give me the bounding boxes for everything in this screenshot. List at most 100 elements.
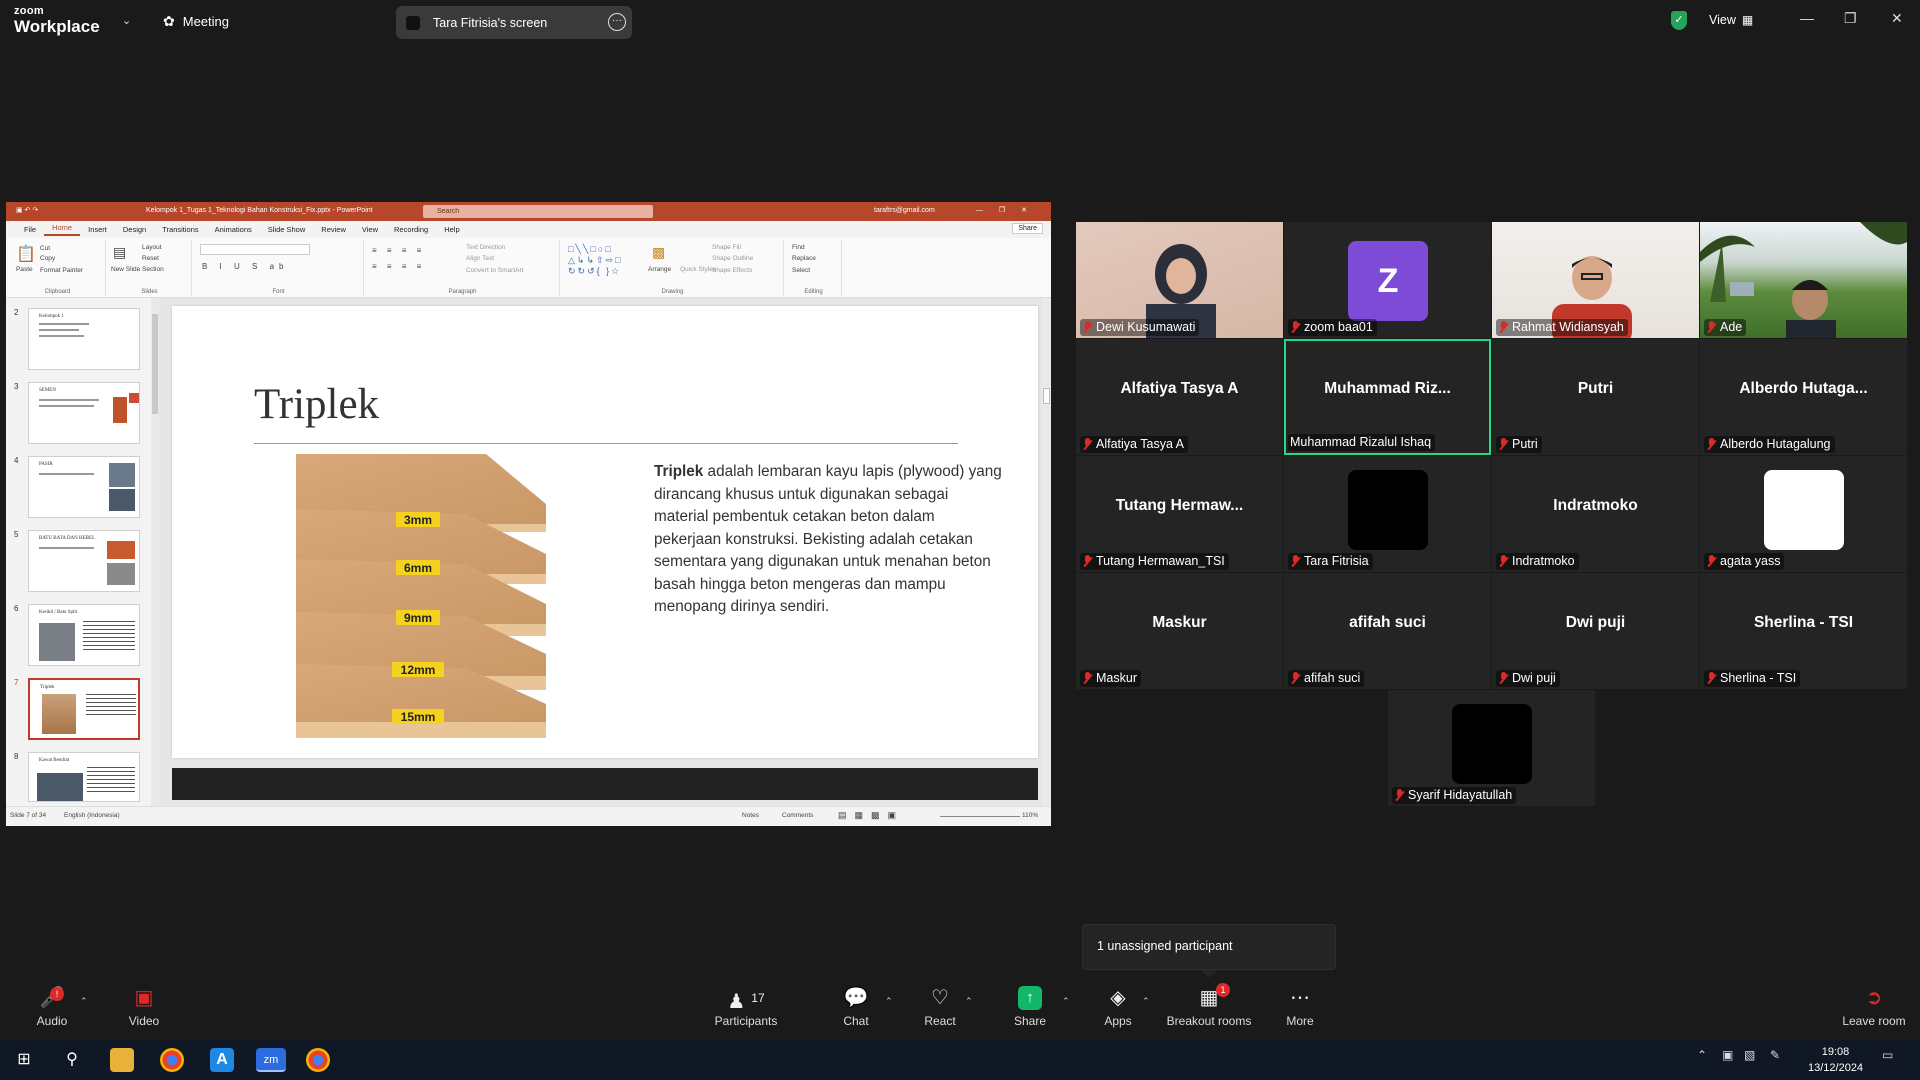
chrome-profile-icon[interactable] [306, 1048, 330, 1072]
participant-tile[interactable]: agata yass [1700, 456, 1907, 572]
quick-styles-button[interactable]: Quick Styles [680, 266, 716, 273]
slide-thumbnail[interactable]: Kawat Bendrat [28, 752, 140, 802]
system-clock[interactable]: 19:08 13/12/2024 [1808, 1044, 1863, 1076]
slide-thumbnail[interactable]: Kelompok 1 [28, 308, 140, 370]
close-icon[interactable]: ✕ [1891, 10, 1903, 27]
find-button[interactable]: Find [792, 244, 805, 251]
video-button[interactable]: ▣ Video [114, 986, 174, 1028]
react-options-caret[interactable]: ⌃ [965, 996, 973, 1007]
participant-tile[interactable]: Indratmoko Indratmoko [1492, 456, 1699, 572]
align-buttons[interactable]: ≡ ≡ ≡ ≡ [372, 262, 425, 271]
thumbnail-scrollbar[interactable] [151, 298, 159, 806]
new-slide-icon[interactable]: ▤ [113, 244, 126, 261]
tab-home[interactable]: Home [44, 223, 81, 236]
notes-pane[interactable] [172, 768, 1038, 800]
font-name-box[interactable] [200, 244, 310, 255]
list-buttons[interactable]: ≡ ≡ ≡ ≡ [372, 246, 425, 255]
slide-scrollbar[interactable] [1042, 298, 1051, 806]
tab-design[interactable]: Design [115, 225, 154, 234]
select-button[interactable]: Select [792, 267, 810, 274]
participant-tile[interactable]: Sherlina - TSI Sherlina - TSI [1700, 573, 1907, 689]
view-menu[interactable]: View ▦ [1709, 13, 1753, 27]
view-mode-icons[interactable]: ▤▦▩▣ [838, 810, 904, 821]
layout-button[interactable]: Layout [142, 244, 162, 251]
share-screen-button[interactable]: ↑ Share [1006, 986, 1054, 1028]
breakout-rooms-button[interactable]: ▦ Breakout rooms [1162, 986, 1256, 1028]
participant-tile[interactable]: Ade [1700, 222, 1907, 338]
notifications-icon[interactable]: ▭ [1882, 1048, 1893, 1062]
share-options-caret[interactable]: ⌃ [1062, 996, 1070, 1007]
tab-recording[interactable]: Recording [386, 225, 436, 234]
shared-screen-powerpoint[interactable]: ▣ ↶ ↷ Kelompok 1_Tugas 1_Teknologi Bahan… [6, 202, 1051, 826]
participant-tile-active-speaker[interactable]: Muhammad Riz... Muhammad Rizalul Ishaq [1284, 339, 1491, 455]
notes-button[interactable]: Notes [742, 812, 759, 819]
tab-review[interactable]: Review [313, 225, 354, 234]
slide-body-text[interactable]: Triplek adalah lembaran kayu lapis (plyw… [654, 461, 1004, 619]
chrome-icon[interactable] [160, 1048, 184, 1072]
pen-icon[interactable]: ✎ [1770, 1048, 1780, 1062]
arrange-button[interactable]: Arrange [648, 266, 671, 273]
reset-button[interactable]: Reset [142, 255, 159, 262]
new-slide-button[interactable]: New Slide [111, 266, 140, 273]
tab-transitions[interactable]: Transitions [154, 225, 206, 234]
encryption-shield-icon[interactable]: ✓ [1671, 11, 1687, 30]
text-direction-button[interactable]: Text Direction [466, 244, 505, 251]
scrollbar-thumb[interactable] [1043, 388, 1050, 404]
font-style-buttons[interactable]: B I U S ab [202, 262, 288, 271]
zoom-slider[interactable] [940, 816, 1020, 817]
participant-tile[interactable]: Alberdo Hutaga... Alberdo Hutagalung [1700, 339, 1907, 455]
tab-view[interactable]: View [354, 225, 386, 234]
audio-options-caret[interactable]: ⌃ [80, 996, 88, 1007]
zoom-workplace-logo[interactable]: zoom Workplace [14, 6, 100, 36]
slide-title[interactable]: Triplek [254, 380, 379, 429]
participant-tile[interactable]: Syarif Hidayatullah [1388, 690, 1595, 806]
app-icon[interactable]: A [210, 1048, 234, 1072]
participant-tile[interactable]: Z zoom baa01 [1284, 222, 1491, 338]
participants-button[interactable]: ♟ 17 Participants [710, 986, 782, 1028]
slide-thumbnail[interactable]: PASIR [28, 456, 140, 518]
tab-slide-show[interactable]: Slide Show [260, 225, 314, 234]
zoom-level[interactable]: 110% [1022, 812, 1038, 819]
participant-tile[interactable]: Putri Putri [1492, 339, 1699, 455]
minimize-icon[interactable]: — [1800, 10, 1814, 26]
ppt-share-button[interactable]: Share [1012, 223, 1043, 234]
network-icon[interactable]: ▧ [1744, 1048, 1755, 1062]
search-icon[interactable]: ⚲ [60, 1048, 84, 1072]
replace-button[interactable]: Replace [792, 255, 816, 262]
ppt-search-box[interactable]: Search [423, 205, 653, 218]
format-painter-button[interactable]: Format Painter [40, 267, 83, 274]
file-explorer-icon[interactable] [110, 1048, 134, 1072]
restore-icon[interactable]: ❐ [1844, 10, 1857, 27]
participant-tile[interactable]: Dewi Kusumawati [1076, 222, 1283, 338]
meeting-menu[interactable]: ✿ Meeting [163, 13, 229, 30]
copy-button[interactable]: Copy [40, 255, 55, 262]
chat-options-caret[interactable]: ⌃ [885, 996, 893, 1007]
tray-app-icon[interactable]: ▣ [1722, 1048, 1733, 1062]
tab-help[interactable]: Help [436, 225, 467, 234]
slide-thumbnail-pane[interactable]: 2 Kelompok 1 3 SEMEN 4 PASIR 5 BATU BATA… [6, 298, 156, 806]
paste-button[interactable]: Paste [16, 266, 33, 273]
apps-options-caret[interactable]: ⌃ [1142, 996, 1150, 1007]
convert-smartart-button[interactable]: Convert to SmartArt [466, 267, 523, 274]
language-status[interactable]: English (Indonesia) [64, 812, 120, 819]
scrollbar-thumb[interactable] [152, 314, 158, 414]
participant-tile[interactable]: Tutang Hermaw... Tutang Hermawan_TSI [1076, 456, 1283, 572]
arrange-icon[interactable]: ▩ [652, 244, 665, 261]
align-text-button[interactable]: Align Text [466, 255, 494, 262]
leave-room-button[interactable]: ➲ Leave room [1834, 986, 1914, 1028]
slide-thumbnail[interactable]: BATU BATA DAN HEBEL [28, 530, 140, 592]
save-icon[interactable]: ▣ ↶ ↷ [16, 206, 38, 214]
screen-share-pill[interactable]: Tara Fitrisia's screen ··· [396, 6, 632, 39]
slide-thumbnail[interactable]: SEMEN [28, 382, 140, 444]
participant-tile[interactable]: Dwi puji Dwi puji [1492, 573, 1699, 689]
react-button[interactable]: ♡ React [916, 986, 964, 1028]
tab-file[interactable]: File [16, 225, 44, 234]
participant-tile[interactable]: Maskur Maskur [1076, 573, 1283, 689]
windows-start-icon[interactable]: ⊞ [12, 1048, 36, 1072]
participant-tile[interactable]: Rahmat Widiansyah [1492, 222, 1699, 338]
participant-tile[interactable]: Alfatiya Tasya A Alfatiya Tasya A [1076, 339, 1283, 455]
shape-fill-button[interactable]: Shape Fill [712, 244, 741, 251]
shape-outline-button[interactable]: Shape Outline [712, 255, 753, 262]
slide-thumbnail-selected[interactable]: Triplek [28, 678, 140, 740]
slide-thumbnail[interactable]: Kerikil / Batu Split [28, 604, 140, 666]
